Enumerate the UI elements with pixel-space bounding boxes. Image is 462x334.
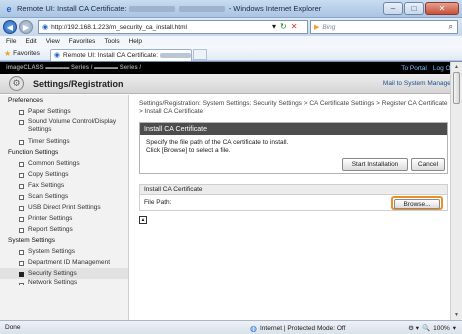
cancel-button[interactable]: Cancel bbox=[411, 158, 445, 171]
settings-gear-icon: ⚙ bbox=[9, 76, 24, 91]
browse-highlight: Browse... bbox=[391, 196, 443, 210]
menu-favorites[interactable]: Favorites bbox=[69, 38, 96, 45]
to-portal-link[interactable]: To Portal bbox=[401, 65, 427, 72]
stop-icon[interactable]: ✕ bbox=[291, 22, 298, 31]
page-header: ⚙ Settings/Registration Mail to System M… bbox=[0, 74, 462, 94]
main-panel: Settings/Registration: System Settings: … bbox=[139, 95, 448, 224]
sidebar-item-timer-settings[interactable]: Timer Settings bbox=[0, 136, 128, 147]
page-icon: ◉ bbox=[42, 24, 49, 31]
address-dropdown-icon[interactable]: ▾ bbox=[272, 22, 276, 31]
favorites-button[interactable]: Favorites bbox=[13, 50, 40, 57]
product-name: imageCLASS ▬▬▬▬ Series / ▬▬▬▬ Series / bbox=[6, 65, 142, 71]
menu-help[interactable]: Help bbox=[129, 38, 142, 45]
window-controls: – □ ✕ bbox=[383, 2, 459, 15]
file-path-label: File Path: bbox=[144, 199, 172, 206]
instruction-line-2: Click [Browse] to select a file. bbox=[146, 147, 231, 154]
search-placeholder: Bing bbox=[322, 23, 336, 31]
zone-text: Internet | Protected Mode: Off bbox=[259, 325, 346, 332]
zoom-icon: 🔍 bbox=[422, 325, 431, 332]
status-text: Done bbox=[5, 324, 21, 331]
window-title: Remote UI: Install CA Certificate: - Win… bbox=[17, 4, 322, 13]
scrollbar-thumb[interactable] bbox=[453, 72, 460, 104]
bing-icon: ▶ bbox=[314, 24, 320, 31]
menu-file[interactable]: File bbox=[6, 38, 16, 45]
instruction-line-1: Specify the file path of the CA certific… bbox=[146, 139, 289, 146]
box-title: Install CA Certificate bbox=[140, 185, 447, 195]
search-icon[interactable]: ⌕ bbox=[449, 22, 453, 32]
sidebar-section-system-settings: System Settings bbox=[8, 236, 55, 244]
tab-page-icon: ◉ bbox=[53, 52, 61, 59]
sidebar: Preferences Paper Settings Sound Volume … bbox=[0, 95, 129, 320]
scroll-down-icon[interactable]: ▼ bbox=[451, 310, 462, 320]
menu-view[interactable]: View bbox=[46, 38, 60, 45]
sidebar-item-paper-settings[interactable]: Paper Settings bbox=[0, 106, 128, 117]
ie-icon: e bbox=[6, 3, 12, 14]
new-tab-button[interactable] bbox=[192, 49, 207, 60]
maximize-button[interactable]: □ bbox=[404, 2, 424, 15]
favorites-bar: ★ Favorites ◉ Remote UI: Install CA Cert… bbox=[0, 47, 462, 61]
file-path-box: Install CA Certificate File Path: Browse… bbox=[139, 184, 448, 211]
sidebar-item-sound-volume[interactable]: Sound Volume Control/Display Settings bbox=[0, 117, 128, 136]
zoom-level[interactable]: 100% bbox=[433, 325, 450, 332]
sidebar-item-printer-settings[interactable]: Printer Settings bbox=[0, 213, 128, 224]
sidebar-item-usb-direct-print[interactable]: USB Direct Print Settings bbox=[0, 202, 128, 213]
favorites-star-icon[interactable]: ★ bbox=[4, 49, 11, 58]
sidebar-section-function-settings: Function Settings bbox=[8, 148, 59, 156]
box-title: Install CA Certificate bbox=[140, 123, 447, 135]
sidebar-item-scan-settings[interactable]: Scan Settings bbox=[0, 191, 128, 202]
refresh-icon[interactable]: ↻ bbox=[280, 22, 287, 31]
breadcrumb: Settings/Registration: System Settings: … bbox=[139, 100, 448, 115]
minimize-button[interactable]: – bbox=[383, 2, 403, 15]
menu-edit[interactable]: Edit bbox=[25, 38, 36, 45]
status-bar: Done ◍ Internet | Protected Mode: Off ⚙ … bbox=[0, 320, 462, 334]
window-titlebar: e Remote UI: Install CA Certificate: - W… bbox=[0, 0, 462, 18]
sidebar-item-network-settings[interactable]: Network Settings bbox=[0, 279, 128, 285]
menu-tools[interactable]: Tools bbox=[104, 38, 119, 45]
install-instructions-box: Install CA Certificate Specify the file … bbox=[139, 122, 448, 174]
page-content: imageCLASS ▬▬▬▬ Series / ▬▬▬▬ Series / T… bbox=[0, 62, 462, 320]
sidebar-item-fax-settings[interactable]: Fax Settings bbox=[0, 180, 128, 191]
browse-button[interactable]: Browse... bbox=[394, 199, 440, 209]
sidebar-item-common-settings[interactable]: Common Settings bbox=[0, 158, 128, 169]
scroll-up-icon[interactable]: ▲ bbox=[451, 62, 462, 72]
zoom-control[interactable]: ⚙ ▾ 🔍 100% ▾ bbox=[408, 324, 456, 333]
sidebar-section-preferences: Preferences bbox=[8, 96, 44, 104]
security-zone: ◍ Internet | Protected Mode: Off bbox=[250, 324, 345, 333]
page-top-icon[interactable]: ▲ bbox=[139, 216, 147, 224]
start-installation-button[interactable]: Start Installation bbox=[342, 158, 408, 171]
chevron-down-icon[interactable]: ▾ bbox=[453, 324, 456, 332]
device-header: imageCLASS ▬▬▬▬ Series / ▬▬▬▬ Series / T… bbox=[0, 62, 462, 74]
file-path-row: File Path: Browse... bbox=[140, 195, 447, 210]
sidebar-item-security-settings[interactable]: Security Settings bbox=[0, 268, 128, 279]
sidebar-item-report-settings[interactable]: Report Settings bbox=[0, 224, 128, 235]
url-text: http://192.168.1.223/m_security_ca_insta… bbox=[51, 23, 187, 31]
close-button[interactable]: ✕ bbox=[425, 2, 459, 15]
menu-bar: File Edit View Favorites Tools Help bbox=[0, 36, 462, 47]
globe-icon: ◍ bbox=[250, 324, 257, 333]
mail-to-system-manager-link[interactable]: Mail to System Manager bbox=[383, 80, 453, 87]
sidebar-item-department-id[interactable]: Department ID Management bbox=[0, 257, 128, 268]
search-input[interactable]: ▶ Bing ⌕ bbox=[310, 20, 458, 34]
sidebar-item-system-settings[interactable]: System Settings bbox=[0, 246, 128, 257]
page-settings-icon[interactable]: ⚙ ▾ bbox=[408, 324, 419, 332]
tab-title: Remote UI: Install CA Certificate: bbox=[63, 51, 159, 59]
vertical-scrollbar[interactable]: ▲ ▼ bbox=[450, 62, 462, 320]
address-bar-row: ◀ ▶ ◉ http://192.168.1.223/m_security_ca… bbox=[0, 18, 462, 36]
sidebar-item-copy-settings[interactable]: Copy Settings bbox=[0, 169, 128, 180]
forward-button[interactable]: ▶ bbox=[19, 20, 33, 34]
browser-tab[interactable]: ◉ Remote UI: Install CA Certificate: bbox=[49, 48, 192, 61]
page-title: Settings/Registration bbox=[33, 78, 124, 89]
back-button[interactable]: ◀ bbox=[3, 20, 17, 34]
address-input[interactable]: ◉ http://192.168.1.223/m_security_ca_ins… bbox=[38, 20, 308, 34]
